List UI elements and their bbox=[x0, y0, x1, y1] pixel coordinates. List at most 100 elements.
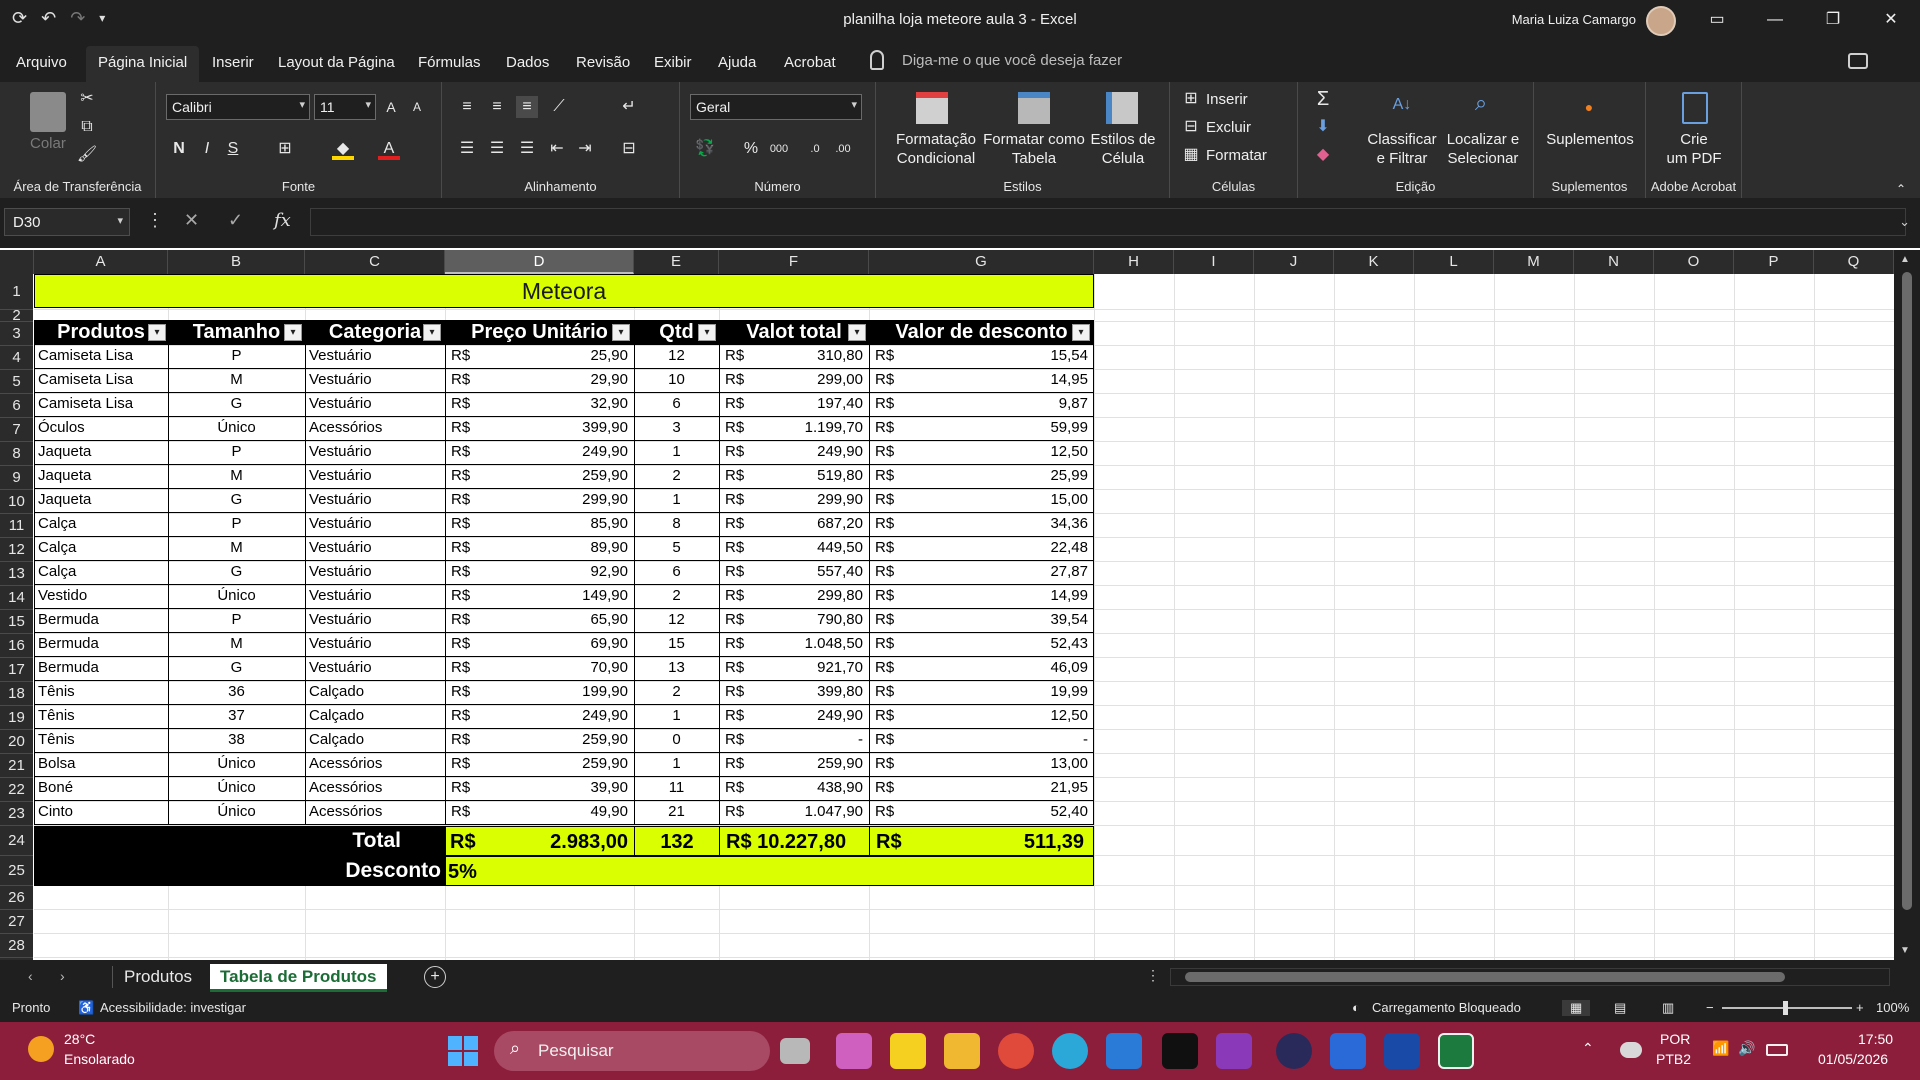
cell-produto[interactable]: Camiseta Lisa bbox=[34, 392, 168, 416]
expand-formula-icon[interactable]: ⌄ bbox=[1899, 214, 1910, 230]
discount-label-cell[interactable]: Desconto bbox=[34, 856, 445, 886]
cell-qtd[interactable]: 6 bbox=[634, 392, 719, 416]
cell-produto[interactable]: Tênis bbox=[34, 728, 168, 752]
italic-button[interactable]: I bbox=[196, 138, 218, 160]
tab-dados[interactable]: Dados bbox=[506, 54, 549, 71]
cell-produto[interactable]: Calça bbox=[34, 560, 168, 584]
cell-valor-total[interactable]: R$ 687,20 bbox=[719, 512, 869, 536]
row-header[interactable]: 21 bbox=[0, 754, 33, 778]
increase-decimal-icon[interactable]: .0 bbox=[804, 138, 826, 160]
cell-valor-total[interactable]: R$ 438,90 bbox=[719, 776, 869, 800]
ribbon-display-icon[interactable]: ▭ bbox=[1688, 0, 1746, 40]
cell-categoria[interactable]: Calçado bbox=[305, 728, 445, 752]
column-header[interactable]: F bbox=[719, 250, 869, 274]
column-header[interactable]: M bbox=[1494, 250, 1574, 274]
row-header[interactable]: 2 bbox=[0, 308, 33, 323]
cell-produto[interactable]: Calça bbox=[34, 536, 168, 560]
cell-produto[interactable]: Camiseta Lisa bbox=[34, 368, 168, 392]
cell-produto[interactable]: Óculos bbox=[34, 416, 168, 440]
format-cells-button[interactable]: Formatar bbox=[1206, 146, 1267, 165]
column-header[interactable]: O bbox=[1654, 250, 1734, 274]
fill-color-icon[interactable]: ◆ bbox=[332, 138, 354, 160]
row-header[interactable]: 19 bbox=[0, 706, 33, 730]
cell-tamanho[interactable]: Único bbox=[168, 584, 305, 608]
total-price[interactable]: 2.983,00 bbox=[536, 831, 628, 854]
filter-dropdown-icon[interactable]: ▾ bbox=[284, 324, 302, 341]
onenote-icon[interactable] bbox=[1216, 1033, 1252, 1069]
horizontal-scrollbar[interactable] bbox=[1170, 968, 1890, 986]
row-header[interactable]: 6 bbox=[0, 394, 33, 418]
cancel-icon[interactable]: ✕ bbox=[184, 210, 199, 231]
column-header[interactable]: J bbox=[1254, 250, 1334, 274]
cell-styles-button[interactable]: Estilos de Célula bbox=[1086, 130, 1160, 168]
orientation-icon[interactable]: ⟋ bbox=[548, 96, 570, 118]
cell-categoria[interactable]: Vestuário bbox=[305, 344, 445, 368]
windows-start-icon[interactable] bbox=[448, 1036, 478, 1066]
zoom-in-icon[interactable]: + bbox=[1856, 1000, 1864, 1015]
cell-qtd[interactable]: 1 bbox=[634, 704, 719, 728]
cell-valor-total[interactable]: R$ 1.048,50 bbox=[719, 632, 869, 656]
excel-icon[interactable] bbox=[1438, 1033, 1474, 1069]
cell-preco[interactable]: R$ 92,90 bbox=[445, 560, 634, 584]
tab-ajuda[interactable]: Ajuda bbox=[718, 54, 756, 71]
language-line1[interactable]: POR bbox=[1660, 1031, 1690, 1047]
cell-qtd[interactable]: 1 bbox=[634, 752, 719, 776]
tab-exibir[interactable]: Exibir bbox=[654, 54, 692, 71]
cell-desconto[interactable]: R$ 25,99 bbox=[869, 464, 1094, 488]
row-header[interactable]: 27 bbox=[0, 910, 33, 934]
cell-valor-total[interactable]: R$ 557,40 bbox=[719, 560, 869, 584]
align-top-icon[interactable]: ≡ bbox=[456, 96, 478, 118]
cell-tamanho[interactable]: 37 bbox=[168, 704, 305, 728]
prev-sheet-icon[interactable]: ‹ bbox=[28, 968, 33, 984]
total-value[interactable]: R$ 10.227,80 bbox=[726, 831, 868, 854]
vertical-scrollbar[interactable]: ▲ ▼ bbox=[1894, 250, 1920, 960]
tab-layout[interactable]: Layout da Página bbox=[278, 54, 395, 71]
battery-icon[interactable] bbox=[1766, 1044, 1788, 1056]
language-line2[interactable]: PTB2 bbox=[1656, 1051, 1691, 1067]
add-sheet-icon[interactable]: + bbox=[424, 966, 446, 988]
cell-tamanho[interactable]: 36 bbox=[168, 680, 305, 704]
weather-icon[interactable] bbox=[28, 1036, 54, 1062]
increase-indent-icon[interactable]: ⇥ bbox=[574, 138, 596, 160]
weather-desc[interactable]: Ensolarado bbox=[64, 1051, 135, 1067]
enter-icon[interactable]: ✓ bbox=[228, 210, 243, 231]
cell-desconto[interactable]: R$ 9,87 bbox=[869, 392, 1094, 416]
row-header[interactable]: 16 bbox=[0, 634, 33, 658]
pdf-icon[interactable] bbox=[1682, 92, 1708, 124]
cell-valor-total[interactable]: R$ 1.047,90 bbox=[719, 800, 869, 824]
cell-qtd[interactable]: 2 bbox=[634, 680, 719, 704]
cell-valor-total[interactable]: R$ 197,40 bbox=[719, 392, 869, 416]
cell-produto[interactable]: Jaqueta bbox=[34, 464, 168, 488]
delete-cells-icon[interactable]: ⊟ bbox=[1180, 116, 1202, 138]
cell-preco[interactable]: R$ 29,90 bbox=[445, 368, 634, 392]
column-header[interactable]: H bbox=[1094, 250, 1174, 274]
cell-categoria[interactable]: Acessórios bbox=[305, 752, 445, 776]
close-icon[interactable]: ✕ bbox=[1862, 0, 1920, 40]
cell-produto[interactable]: Tênis bbox=[34, 680, 168, 704]
column-header[interactable]: B bbox=[168, 250, 305, 274]
total-qty[interactable]: 132 bbox=[636, 831, 718, 854]
row-header[interactable]: 11 bbox=[0, 514, 33, 538]
row-header[interactable]: 18 bbox=[0, 682, 33, 706]
tab-revisao[interactable]: Revisão bbox=[576, 54, 630, 71]
column-header[interactable]: E bbox=[634, 250, 719, 274]
tab-arquivo[interactable]: Arquivo bbox=[16, 54, 67, 71]
cell-preco[interactable]: R$ 399,90 bbox=[445, 416, 634, 440]
cell-preco[interactable]: R$ 69,90 bbox=[445, 632, 634, 656]
font-size-select[interactable]: 11 bbox=[314, 94, 376, 120]
fill-icon[interactable]: ⬇ bbox=[1312, 116, 1334, 138]
sheet-tab-produtos[interactable]: Produtos bbox=[114, 964, 202, 992]
customize-qat-icon[interactable]: ▾ bbox=[99, 8, 105, 28]
cell-qtd[interactable]: 1 bbox=[634, 488, 719, 512]
row-header[interactable]: 5 bbox=[0, 370, 33, 394]
file-explorer-icon[interactable] bbox=[944, 1033, 980, 1069]
shrink-font-icon[interactable]: A bbox=[406, 96, 428, 118]
page-layout-icon[interactable]: ▤ bbox=[1614, 1000, 1626, 1016]
tab-inserir[interactable]: Inserir bbox=[212, 54, 254, 71]
cell-preco[interactable]: R$ 249,90 bbox=[445, 704, 634, 728]
cell-preco[interactable]: R$ 259,90 bbox=[445, 728, 634, 752]
cell-categoria[interactable]: Vestuário bbox=[305, 656, 445, 680]
cell-categoria[interactable]: Acessórios bbox=[305, 776, 445, 800]
cell-produto[interactable]: Jaqueta bbox=[34, 488, 168, 512]
formula-input[interactable] bbox=[310, 208, 1906, 236]
